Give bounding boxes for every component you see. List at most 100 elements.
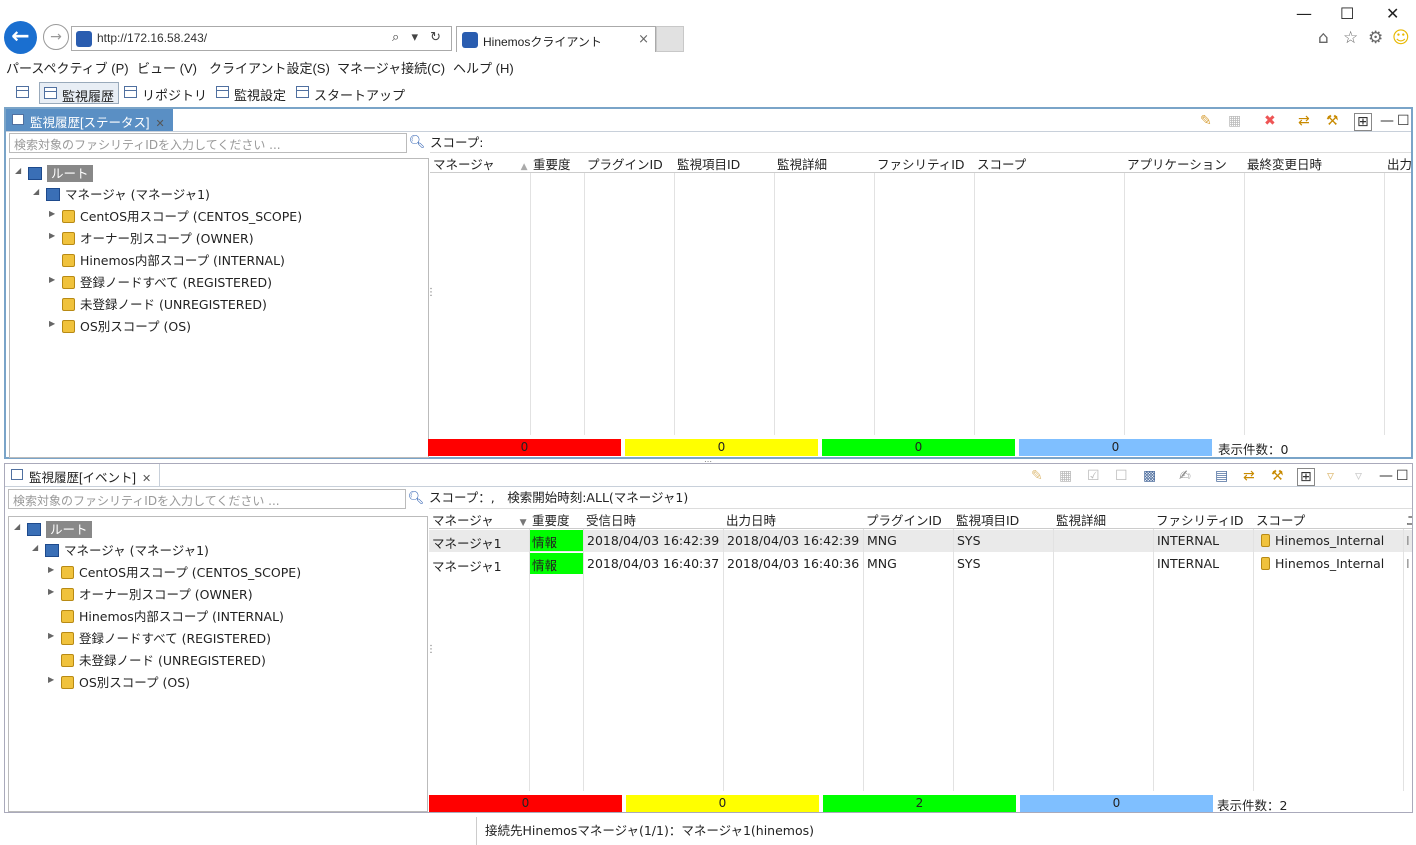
collapse-icon[interactable]: ◢ bbox=[14, 522, 20, 531]
expand-icon[interactable]: ▶ bbox=[49, 209, 55, 218]
filter-icon[interactable]: ⚒ bbox=[1326, 113, 1339, 129]
event-view-tab[interactable]: 監視履歴[イベント] ✕ bbox=[5, 464, 161, 486]
column-header[interactable]: 出力 bbox=[1384, 153, 1411, 173]
search-icon[interactable]: 🔍︎ bbox=[408, 135, 426, 153]
open-perspective-button[interactable] bbox=[12, 82, 30, 104]
address-controls[interactable]: ⌕ ▾ ↻ bbox=[392, 30, 445, 45]
expand-icon[interactable]: ▶ bbox=[48, 631, 54, 640]
unconfirm-icon[interactable]: ☐ bbox=[1115, 468, 1128, 484]
address-bar[interactable]: http://172.16.58.243/ ⌕ ▾ ↻ bbox=[71, 26, 452, 51]
column-header[interactable]: 監視項目ID bbox=[674, 153, 774, 173]
expand-icon[interactable]: ▶ bbox=[48, 587, 54, 596]
column-header[interactable]: アプリケーション bbox=[1124, 153, 1244, 173]
flag-icon[interactable]: ▿ bbox=[1327, 468, 1334, 484]
table-icon[interactable]: ▦ bbox=[1228, 113, 1241, 129]
tree-node-scope[interactable]: ▶ オーナー別スコープ (OWNER) bbox=[48, 584, 253, 603]
tree-node-scope[interactable]: ▶ 登録ノードすべて (REGISTERED) bbox=[48, 628, 271, 647]
edit-pencil-icon[interactable]: ✎ bbox=[1031, 468, 1043, 484]
forward-button[interactable]: → bbox=[43, 24, 69, 50]
home-icon[interactable]: ⌂ bbox=[1318, 28, 1329, 48]
browser-tab[interactable]: Hinemosクライアント × bbox=[456, 26, 656, 52]
column-header[interactable]: 最終変更日時 bbox=[1244, 153, 1384, 173]
collapse-icon[interactable]: ◢ bbox=[32, 543, 38, 552]
facility-search-input[interactable]: 検索対象のファシリティIDを入力してください ... bbox=[8, 489, 406, 509]
column-header[interactable]: 監視項目ID bbox=[953, 509, 1053, 529]
table-icon[interactable]: ▦ bbox=[1059, 468, 1072, 484]
tree-node-scope[interactable]: 未登録ノード (UNREGISTERED) bbox=[62, 294, 267, 313]
menu-view[interactable]: ビュー (V) bbox=[137, 58, 197, 77]
sash-handle[interactable]: ⋮ bbox=[426, 287, 436, 298]
facility-search-input[interactable]: 検索対象のファシリティIDを入力してください ... bbox=[9, 133, 407, 153]
tree-node-manager[interactable]: ◢ マネージャ (マネージャ1) bbox=[33, 184, 210, 203]
status-view-tab[interactable]: 監視履歴[ステータス] ✕ bbox=[6, 109, 173, 131]
minimize-icon[interactable]: — bbox=[1296, 4, 1312, 23]
column-header[interactable]: 監視詳細 bbox=[774, 153, 874, 173]
perspective-repository[interactable]: リポジトリ bbox=[120, 82, 211, 104]
tree-node-root[interactable]: ◢ ルート bbox=[15, 163, 93, 182]
expand-icon[interactable]: ▶ bbox=[49, 319, 55, 328]
expand-icon[interactable]: ▶ bbox=[49, 275, 55, 284]
bulk-confirm-icon[interactable]: ▩ bbox=[1143, 468, 1156, 484]
scope-tree-toggle-icon[interactable]: ⊞ bbox=[1354, 113, 1372, 131]
menu-perspective[interactable]: パースペクティブ (P) bbox=[6, 58, 129, 77]
refresh-icon[interactable]: ⇄ bbox=[1243, 468, 1255, 484]
perspective-startup[interactable]: スタートアップ bbox=[292, 82, 409, 104]
perspective-monitor-history[interactable]: 監視履歴 bbox=[39, 82, 120, 104]
favorites-icon[interactable]: ☆ bbox=[1343, 28, 1358, 48]
column-header[interactable]: ファシリティID bbox=[1153, 509, 1253, 529]
view-minimize-icon[interactable]: — bbox=[1380, 113, 1394, 129]
columns-icon[interactable]: ▤ bbox=[1215, 468, 1228, 484]
refresh-icon[interactable]: ⇄ bbox=[1298, 113, 1310, 129]
tree-node-root[interactable]: ◢ ルート bbox=[14, 519, 92, 538]
tree-node-scope[interactable]: ▶ CentOS用スコープ (CENTOS_SCOPE) bbox=[48, 562, 301, 581]
close-icon[interactable]: ✕ bbox=[1386, 4, 1399, 23]
tree-node-scope[interactable]: Hinemos内部スコープ (INTERNAL) bbox=[61, 606, 284, 625]
tree-node-scope[interactable]: ▶ OS別スコープ (OS) bbox=[49, 316, 191, 335]
column-header[interactable]: プラグインID bbox=[863, 509, 953, 529]
column-header[interactable]: スコープ bbox=[974, 153, 1124, 173]
column-header[interactable]: プラグインID bbox=[584, 153, 674, 173]
menu-help[interactable]: ヘルプ (H) bbox=[453, 58, 514, 77]
flag-clear-icon[interactable]: ▿ bbox=[1355, 468, 1362, 484]
column-header[interactable]: 受信日時 bbox=[583, 509, 723, 529]
tab-close-icon[interactable]: × bbox=[638, 32, 649, 47]
search-icon[interactable]: 🔍︎ bbox=[407, 491, 425, 509]
column-header[interactable]: 監視詳細 bbox=[1053, 509, 1153, 529]
tree-node-scope[interactable]: ▶ 登録ノードすべて (REGISTERED) bbox=[49, 272, 272, 291]
settings-gear-icon[interactable]: ⚙ bbox=[1368, 28, 1383, 48]
column-header[interactable]: 重要度 bbox=[529, 509, 583, 529]
view-close-icon[interactable]: ✕ bbox=[142, 473, 151, 485]
table-row[interactable]: マネージャ1 情報 2018/04/03 16:42:39 2018/04/03… bbox=[429, 530, 1412, 552]
column-header[interactable]: 出力日時 bbox=[723, 509, 863, 529]
smiley-icon[interactable]: ☺ bbox=[1392, 28, 1410, 48]
collapse-icon[interactable]: ◢ bbox=[33, 187, 39, 196]
expand-icon[interactable]: ▶ bbox=[49, 231, 55, 240]
tree-node-scope[interactable]: ▶ OS別スコープ (OS) bbox=[48, 672, 190, 691]
column-header[interactable]: スコープ bbox=[1253, 509, 1403, 529]
menu-manager-connect[interactable]: マネージャ接続(C) bbox=[337, 58, 445, 77]
url-text[interactable]: http://172.16.58.243/ bbox=[97, 31, 207, 45]
column-header[interactable]: ユ bbox=[1403, 509, 1412, 529]
expand-icon[interactable]: ▶ bbox=[48, 675, 54, 684]
maximize-icon[interactable]: ☐ bbox=[1340, 4, 1354, 23]
view-close-icon[interactable]: ✕ bbox=[155, 118, 164, 130]
column-header[interactable]: マネージャ ▼ bbox=[429, 509, 529, 529]
view-maximize-icon[interactable]: ☐ bbox=[1396, 468, 1409, 484]
back-button[interactable]: ← bbox=[4, 21, 37, 54]
scope-tree-toggle-icon[interactable]: ⊞ bbox=[1297, 468, 1315, 486]
column-header[interactable]: マネージャ ▲ bbox=[430, 153, 530, 173]
expand-icon[interactable]: ▶ bbox=[48, 565, 54, 574]
new-tab-button[interactable] bbox=[656, 26, 684, 52]
comment-icon[interactable]: ✍ bbox=[1179, 468, 1191, 484]
column-header[interactable]: ファシリティID bbox=[874, 153, 974, 173]
view-maximize-icon[interactable]: ☐ bbox=[1397, 113, 1410, 129]
tree-node-scope[interactable]: ▶ オーナー別スコープ (OWNER) bbox=[49, 228, 254, 247]
menu-client-settings[interactable]: クライアント設定(S) bbox=[209, 58, 330, 77]
confirm-icon[interactable]: ☑ bbox=[1087, 468, 1100, 484]
tree-node-scope[interactable]: 未登録ノード (UNREGISTERED) bbox=[61, 650, 266, 669]
tree-node-scope[interactable]: ▶ CentOS用スコープ (CENTOS_SCOPE) bbox=[49, 206, 302, 225]
collapse-icon[interactable]: ◢ bbox=[15, 166, 21, 175]
filter-icon[interactable]: ⚒ bbox=[1271, 468, 1284, 484]
column-header[interactable]: 重要度 bbox=[530, 153, 584, 173]
view-minimize-icon[interactable]: — bbox=[1379, 468, 1393, 484]
